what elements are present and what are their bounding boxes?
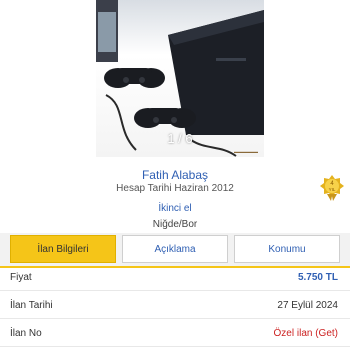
location-text: Niğde/Bor bbox=[152, 219, 198, 230]
detail-label: İlan No bbox=[10, 328, 42, 339]
price-value: 5.750 TL bbox=[297, 272, 338, 283]
detail-label: Fiyat bbox=[10, 272, 32, 283]
date-value: 27 Eylül 2024 bbox=[277, 300, 338, 311]
detail-row-number: İlan No Özel ilan (Get) bbox=[0, 324, 350, 347]
tab-location[interactable]: Konumu bbox=[234, 235, 340, 263]
listing-number-value[interactable]: Özel ilan (Get) bbox=[274, 328, 338, 339]
detail-label: İlan Tarihi bbox=[10, 300, 53, 311]
seller-name[interactable]: Fatih Alabaş bbox=[0, 168, 350, 182]
condition-text: İkinci el bbox=[158, 203, 192, 214]
tab-description[interactable]: Açıklama bbox=[122, 235, 228, 263]
listing-photo[interactable]: 1 / 6 ▬▬▬▬▬▬ bbox=[96, 0, 264, 157]
seller-since: Hesap Tarihi Haziran 2012 bbox=[116, 183, 234, 194]
medal-icon: 4 YIL bbox=[320, 175, 344, 201]
badge-unit: YIL bbox=[329, 187, 336, 192]
photo-watermark: ▬▬▬▬▬▬ bbox=[234, 149, 258, 154]
detail-row-price: Fiyat 5.750 TL bbox=[0, 268, 350, 291]
tab-listing-info[interactable]: İlan Bilgileri bbox=[10, 235, 116, 263]
tab-bar: İlan Bilgileri Açıklama Konumu bbox=[0, 233, 350, 268]
photo-counter: 1 / 6 bbox=[167, 131, 193, 146]
detail-row-date: İlan Tarihi 27 Eylül 2024 bbox=[0, 296, 350, 319]
